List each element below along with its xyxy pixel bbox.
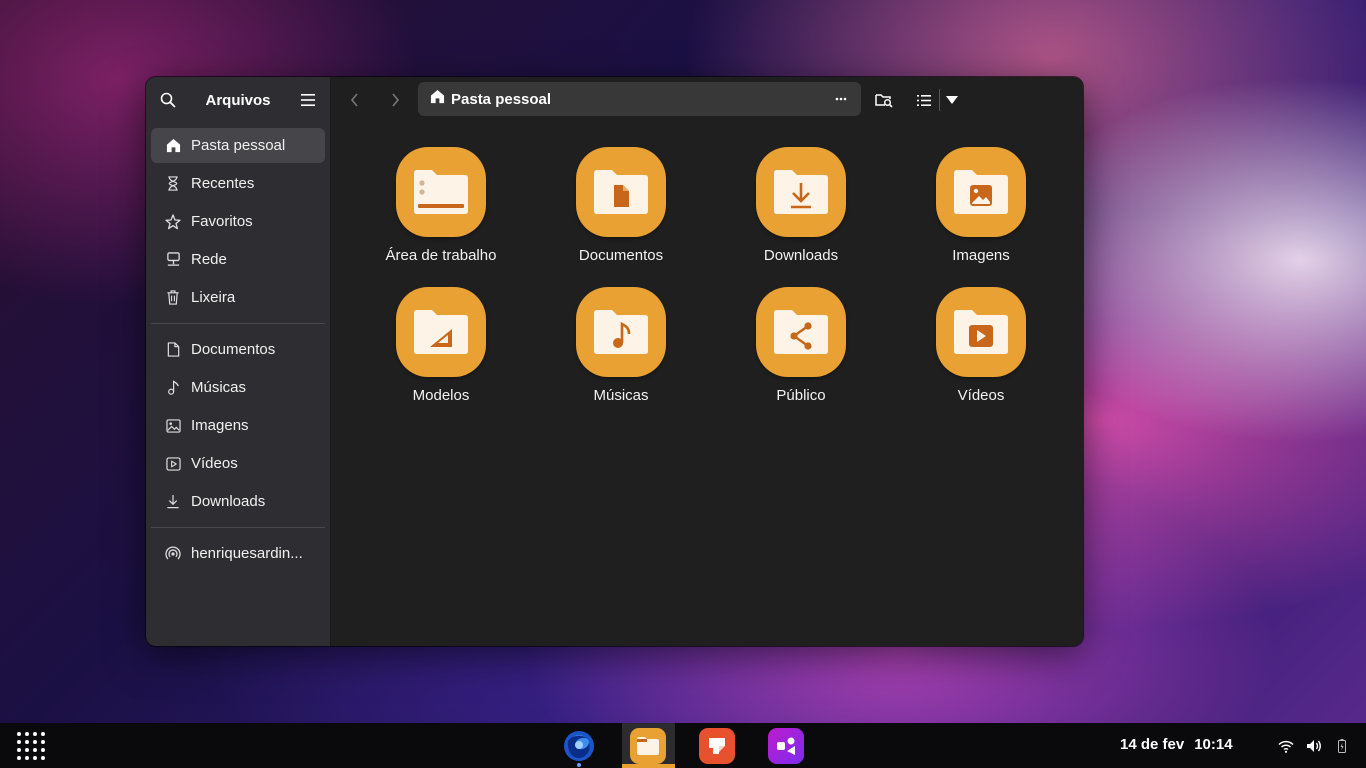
main-menu-icon[interactable]: [298, 90, 318, 110]
battery-icon[interactable]: [1333, 737, 1351, 755]
sidebar-item-music[interactable]: Músicas: [151, 370, 325, 405]
file-item-desktop[interactable]: Área de trabalho: [351, 147, 531, 277]
volume-icon[interactable]: [1305, 737, 1323, 755]
app-title: Arquivos: [205, 91, 271, 109]
sidebar-item-label: Downloads: [191, 493, 266, 510]
sidebar-item-home[interactable]: Pasta pessoal: [151, 128, 325, 163]
trash-icon: [165, 290, 181, 306]
files-icon[interactable]: [630, 728, 666, 764]
videos-folder-icon: [936, 287, 1026, 377]
sidebar-header: Arquivos: [146, 77, 330, 123]
clock[interactable]: 14 de fev 10:14: [1120, 736, 1243, 753]
sidebar-item-documents[interactable]: Documentos: [151, 332, 325, 367]
pictures-folder-icon: [936, 147, 1026, 237]
content-area: Pasta pessoal Área de trabalho Documento…: [331, 77, 1083, 646]
remote-share-icon: [165, 546, 181, 562]
app-grid-icon[interactable]: [16, 731, 46, 761]
home-icon: [165, 138, 181, 154]
file-item-videos[interactable]: Vídeos: [891, 287, 1071, 417]
file-name: Público: [776, 387, 826, 404]
sidebar: Arquivos Pasta pessoal Recentes Favorito…: [146, 77, 331, 646]
file-name: Downloads: [763, 247, 839, 264]
back-button[interactable]: [345, 90, 365, 110]
sidebar-item-label: henriquesardin...: [191, 545, 303, 562]
document-icon: [165, 342, 181, 358]
forward-button[interactable]: [385, 90, 405, 110]
sidebar-item-label: Imagens: [191, 417, 249, 434]
list-view-button[interactable]: [913, 89, 935, 111]
taskbar: 14 de fev 10:14: [0, 723, 1366, 768]
search-folder-button[interactable]: [873, 89, 895, 111]
path-label: Pasta pessoal: [451, 90, 552, 108]
desktop-folder-icon: [396, 147, 486, 237]
sidebar-divider: [151, 323, 325, 324]
music-icon: [165, 380, 181, 396]
file-item-downloads[interactable]: Downloads: [711, 147, 891, 277]
file-name: Vídeos: [957, 387, 1005, 404]
sidebar-item-remote-share[interactable]: henriquesardin...: [151, 536, 325, 571]
file-manager-window: Arquivos Pasta pessoal Recentes Favorito…: [146, 77, 1083, 646]
image-icon: [165, 418, 181, 434]
dock-active-indicator: [622, 764, 675, 768]
network-icon: [165, 252, 181, 268]
sidebar-divider: [151, 527, 325, 528]
hourglass-icon: [165, 176, 181, 192]
file-name: Imagens: [952, 247, 1010, 264]
more-options-icon[interactable]: [831, 89, 851, 109]
path-bar[interactable]: Pasta pessoal: [418, 82, 861, 116]
download-icon: [165, 494, 181, 510]
sidebar-places: Pasta pessoal Recentes Favoritos Rede Li…: [146, 123, 330, 574]
video-icon: [165, 456, 181, 472]
sidebar-item-label: Músicas: [191, 379, 247, 396]
home-icon: [430, 89, 445, 109]
file-item-templates[interactable]: Modelos: [351, 287, 531, 417]
header-bar: Pasta pessoal: [331, 77, 1083, 123]
file-grid: Área de trabalho Documentos Downloads Im…: [351, 147, 1071, 417]
file-item-public[interactable]: Público: [711, 287, 891, 417]
sidebar-item-label: Vídeos: [191, 455, 238, 472]
sidebar-item-network[interactable]: Rede: [151, 242, 325, 277]
sidebar-item-downloads[interactable]: Downloads: [151, 484, 325, 519]
star-icon: [165, 213, 181, 230]
sidebar-item-pictures[interactable]: Imagens: [151, 408, 325, 443]
sidebar-item-label: Pasta pessoal: [191, 137, 286, 154]
file-name: Modelos: [412, 387, 470, 404]
sidebar-item-recent[interactable]: Recentes: [151, 166, 325, 201]
music-folder-icon: [576, 287, 666, 377]
documents-folder-icon: [576, 147, 666, 237]
file-name: Documentos: [578, 247, 664, 264]
public-folder-icon: [756, 287, 846, 377]
sidebar-item-label: Documentos: [191, 341, 276, 358]
templates-folder-icon: [396, 287, 486, 377]
file-item-music[interactable]: Músicas: [531, 287, 711, 417]
sidebar-item-starred[interactable]: Favoritos: [151, 204, 325, 239]
software-icon[interactable]: [699, 728, 735, 764]
flathub-icon[interactable]: [768, 728, 804, 764]
file-name: Área de trabalho: [385, 247, 497, 264]
running-indicator: [577, 763, 581, 767]
sidebar-item-label: Favoritos: [191, 213, 253, 230]
time-label: 10:14: [1194, 736, 1233, 753]
sidebar-item-videos[interactable]: Vídeos: [151, 446, 325, 481]
wifi-icon[interactable]: [1277, 737, 1295, 755]
date-label: 14 de fev: [1120, 736, 1185, 753]
file-item-documents[interactable]: Documentos: [531, 147, 711, 277]
file-name: Músicas: [593, 387, 649, 404]
sidebar-item-label: Recentes: [191, 175, 255, 192]
file-item-pictures[interactable]: Imagens: [891, 147, 1071, 277]
downloads-folder-icon: [756, 147, 846, 237]
sidebar-item-label: Rede: [191, 251, 227, 268]
search-icon[interactable]: [158, 90, 178, 110]
sidebar-item-label: Lixeira: [191, 289, 236, 306]
toolbar-divider: [939, 89, 940, 111]
sidebar-item-trash[interactable]: Lixeira: [151, 280, 325, 315]
firefox-icon[interactable]: [561, 728, 597, 764]
view-options-chevron-down-icon[interactable]: [941, 89, 963, 111]
